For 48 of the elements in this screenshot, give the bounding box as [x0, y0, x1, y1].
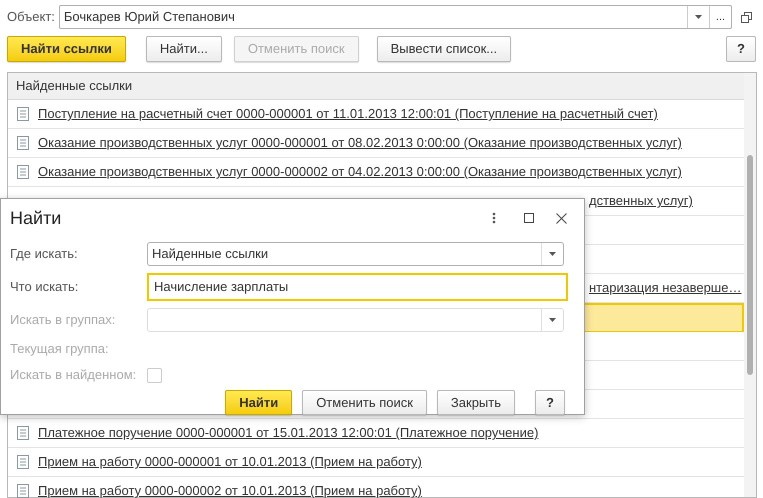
field-label: Где искать: — [10, 244, 79, 263]
open-icon — [740, 12, 752, 22]
object-label: Объект: — [7, 8, 55, 26]
close-icon[interactable] — [556, 212, 567, 224]
maximize-icon[interactable] — [524, 213, 534, 223]
list-row[interactable]: Оказание производственных услуг 0000-000002 от 04.02.2013 0:00:00 (Оказание производственных услуг) — [8, 158, 744, 187]
field-label: Искать в найденном: — [10, 366, 138, 384]
list-row[interactable]: Прием на работу 0000-000001 от 10.01.2013 (Прием на работу) — [8, 448, 744, 477]
caret-icon — [695, 15, 702, 19]
document-icon — [17, 426, 29, 440]
toolbar-button[interactable]: Найти ссылки — [7, 36, 126, 62]
object-value: Бочкарев Юрий Степанович — [62, 8, 236, 26]
document-link[interactable]: Поступление на расчетный счет 0000-000001 от 11.01.2013 12:00:01 (Поступление на расчетный счет) — [38, 104, 658, 124]
caret-icon — [549, 318, 556, 322]
list-row[interactable]: Платежное поручение 0000-000001 от 15.01.2013 12:00:01 (Платежное поручение) — [8, 419, 744, 448]
document-link[interactable]: нтаризация незаверше… — [589, 278, 742, 298]
scroll-thumb[interactable] — [747, 155, 753, 375]
list-row[interactable]: Поступление на расчетный счет 0000-000001 от 11.01.2013 12:00:01 (Поступление на расчетный счет) — [8, 100, 744, 129]
dialog-button[interactable]: Закрыть — [436, 390, 515, 415]
text-field[interactable]: Начисление зарплаты — [147, 272, 568, 300]
toolbar-button[interactable]: Вывести список... — [376, 36, 512, 62]
document-link[interactable]: Оказание производственных услуг 0000-000002 от 04.02.2013 0:00:00 (Оказание производственных услуг) — [38, 162, 682, 182]
dialog-button[interactable]: Найти — [225, 390, 292, 415]
toolbar-button[interactable]: Найти... — [146, 36, 222, 62]
scrollbar[interactable] — [744, 73, 756, 497]
document-link[interactable]: Платежное поручение 0000-000001 от 15.01.2013 12:00:01 (Платежное поручение) — [38, 423, 538, 443]
more-icon[interactable] — [492, 212, 496, 224]
dialog-title: Найти — [10, 206, 62, 230]
document-link[interactable]: Оказание производственных услуг 0000-000001 от 08.02.2013 0:00:00 (Оказание производственных услуг) — [38, 133, 682, 153]
field-label: Искать в группах: — [10, 310, 116, 329]
help-button[interactable]: ? — [726, 36, 756, 62]
document-icon — [17, 107, 29, 121]
caret-icon — [549, 252, 556, 256]
dialog-button[interactable]: ? — [535, 390, 565, 415]
select-field[interactable]: Найденные ссылки — [147, 242, 564, 266]
document-link[interactable]: Прием на работу 0000-000002 от 10.01.2013 (Прием на работу) — [38, 481, 422, 498]
field-label: Текущая группа: — [10, 340, 110, 358]
select-button[interactable]: ... — [709, 6, 731, 28]
document-icon — [17, 455, 29, 469]
object-field[interactable]: Бочкарев Юрий Степанович ... — [58, 5, 732, 29]
list-row[interactable]: Оказание производственных услуг 0000-000001 от 08.02.2013 0:00:00 (Оказание производственных услуг) — [8, 129, 744, 158]
document-link[interactable]: Прием на работу 0000-000001 от 10.01.2013 (Прием на работу) — [38, 452, 422, 472]
document-icon — [17, 165, 29, 179]
document-icon — [17, 136, 29, 150]
field-label: Что искать: — [10, 278, 80, 296]
list-header: Найденные ссылки — [8, 73, 744, 100]
dialog-button[interactable]: Отменить поиск — [302, 390, 427, 415]
document-link[interactable]: дственных услуг) — [589, 191, 693, 211]
